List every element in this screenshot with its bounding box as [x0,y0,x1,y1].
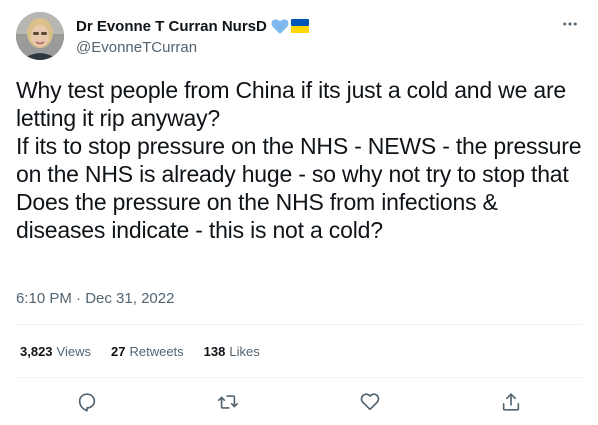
tweet-stats: 3,823 Views 27 Retweets 138 Likes [20,344,280,359]
tweet-text: Why test people from China if its just a… [16,76,586,244]
reply-button[interactable] [73,388,101,416]
share-icon [502,393,520,411]
author-names: Dr Evonne T Curran NursD @EvonneTCurran [76,16,309,56]
likes-label: Likes [229,344,260,359]
retweets-stat[interactable]: 27 Retweets [111,344,184,359]
tweet-text-line: Why test people from China if its just a… [16,77,567,131]
blue-heart-icon [271,18,289,35]
divider [16,324,582,325]
timestamp-separator: · [76,290,82,307]
more-options-button[interactable] [558,12,582,36]
likes-count: 138 [203,344,226,359]
views-label: Views [56,344,91,359]
reply-icon [78,393,96,412]
share-button[interactable] [497,388,525,416]
tweet-time[interactable]: 6:10 PM [16,290,72,307]
tweet-actions [16,388,582,416]
retweet-icon [218,395,238,409]
like-button[interactable] [356,388,384,416]
retweets-label: Retweets [129,344,184,359]
views-stat[interactable]: 3,823 Views [20,344,91,359]
tweet-timestamp: 6:10 PM · Dec 31, 2022 [16,290,174,307]
like-icon [360,393,380,411]
display-name-row: Dr Evonne T Curran NursD [76,16,309,36]
more-icon [563,22,577,26]
tweet-date[interactable]: Dec 31, 2022 [85,290,174,307]
likes-stat[interactable]: 138 Likes [204,344,260,359]
retweets-count: 27 [111,344,126,359]
ukraine-flag-icon [290,19,309,33]
avatar[interactable] [16,12,64,60]
display-name[interactable]: Dr Evonne T Curran NursD [76,18,267,35]
tweet-card: Dr Evonne T Curran NursD @EvonneTCurran [0,0,598,425]
tweet-text-line: Does the pressure on the NHS from infect… [16,189,498,243]
views-count: 3,823 [20,344,53,359]
tweet-header: Dr Evonne T Curran NursD @EvonneTCurran [16,12,582,62]
avatar-image [16,12,64,60]
divider [16,377,582,378]
tweet-text-line: If its to stop pressure on the NHS - NEW… [16,133,582,187]
author-handle[interactable]: @EvonneTCurran [76,39,309,56]
retweet-button[interactable] [214,388,242,416]
